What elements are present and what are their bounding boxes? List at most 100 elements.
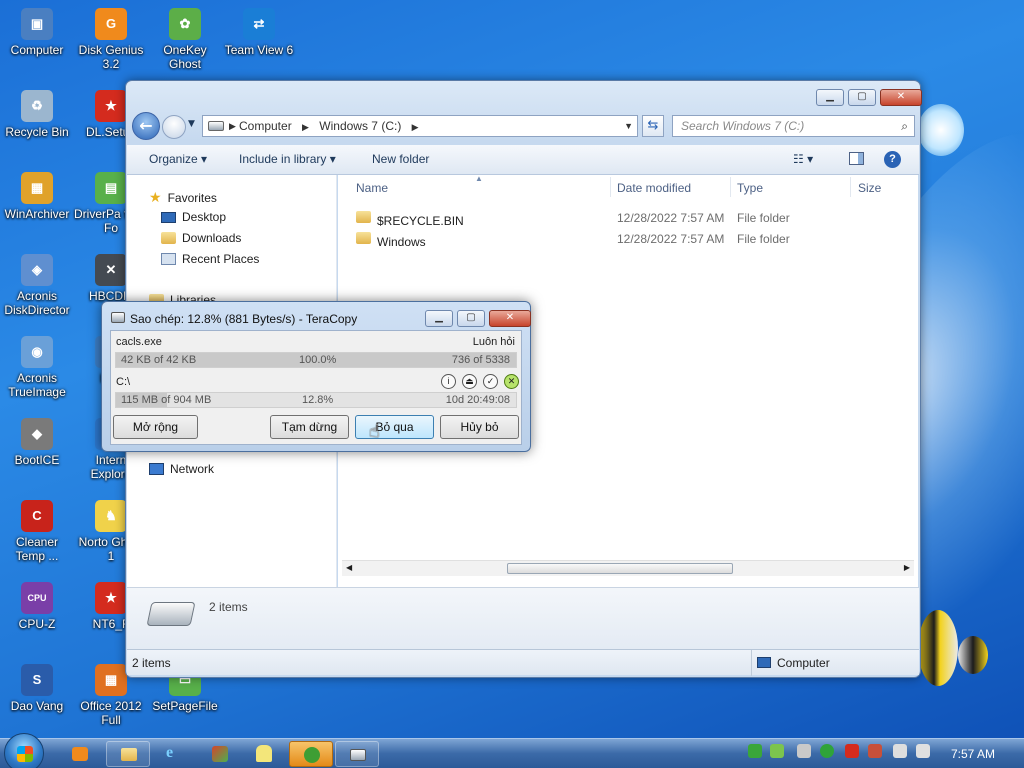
desktop-icon-team-view-6[interactable]: ⇄ Team View 6 (222, 8, 296, 57)
horizontal-scrollbar[interactable]: ◀ ▶ (342, 560, 914, 576)
file-row[interactable]: Windows 12/28/2022 7:57 AM File folder (356, 229, 906, 249)
desktop-icon-dao-vang[interactable]: S Dao Vang (0, 664, 74, 713)
desktop-icon-acronis-trueimage[interactable]: ◉ Acronis TrueImage (0, 336, 74, 399)
ghost-logo-icon (304, 747, 320, 763)
total-progress-percent: 12.8% (302, 394, 334, 406)
app-icon: G (95, 8, 127, 40)
nav-desktop[interactable]: Desktop (161, 210, 226, 224)
teracopy-minimize-button[interactable]: ▁ (425, 310, 453, 327)
teracopy-dialog: Sao chép: 12.8% (881 Bytes/s) - TeraCopy… (101, 301, 531, 452)
cancel-x-icon[interactable]: ✕ (504, 374, 519, 389)
tool-icon[interactable] (212, 746, 228, 762)
desktop-icon-label: Acronis TrueImage (8, 371, 66, 399)
scroll-right-icon[interactable]: ▶ (904, 563, 910, 572)
start-button[interactable] (4, 733, 44, 768)
address-bar[interactable]: ▶ Computer ▶ Windows 7 (C:) ▶ ▼ (202, 115, 638, 137)
app-icon: ◈ (21, 254, 53, 286)
refresh-button[interactable]: ⇆ (642, 115, 664, 137)
tray-icon[interactable] (797, 744, 811, 758)
nav-favorites[interactable]: ★ Favorites (149, 189, 217, 206)
skip-button[interactable]: Bỏ qua (355, 415, 434, 439)
include-in-library-button[interactable]: Include in library ▾ (239, 152, 336, 166)
computer-icon (757, 657, 771, 668)
help-icon[interactable]: ? (884, 151, 901, 168)
volume-muted-icon[interactable] (916, 744, 930, 758)
desktop-icon-label: WinArchiver (4, 207, 70, 221)
flag-tray-icon[interactable] (845, 744, 859, 758)
total-progress-size: 115 MB of 904 MB (121, 394, 212, 406)
desktop-icon-onekey-ghost[interactable]: ✿ OneKey Ghost (148, 8, 222, 71)
search-input[interactable]: Search Windows 7 (C:) ⌕ (672, 115, 915, 137)
teracopy-maximize-button[interactable]: ▢ (457, 310, 485, 327)
minimize-button[interactable]: ▁ (816, 89, 844, 106)
file-row[interactable]: $RECYCLE.BIN 12/28/2022 7:57 AM File fol… (356, 208, 906, 228)
cancel-button[interactable]: Hủy bỏ (440, 415, 519, 439)
desktop-icon-disk-genius-3-2[interactable]: G Disk Genius 3.2 (74, 8, 148, 71)
column-size[interactable]: Size (858, 181, 881, 195)
status-location: Computer (777, 656, 830, 670)
status-item-count: 2 items (132, 656, 171, 670)
app-icon: ▤ (95, 172, 127, 204)
check-icon[interactable]: ✓ (483, 374, 498, 389)
tool-tray-icon[interactable] (868, 744, 882, 758)
taskbar-onekey-ghost[interactable] (289, 741, 333, 767)
details-item-count: 2 items (209, 600, 248, 614)
column-date-modified[interactable]: Date modified (617, 181, 691, 195)
app-icon: ▦ (95, 664, 127, 696)
nav-network[interactable]: Network (149, 462, 214, 476)
scroll-thumb[interactable] (507, 563, 733, 574)
search-icon[interactable]: ⌕ (901, 116, 908, 136)
taskbar-teracopy[interactable] (335, 741, 379, 767)
file-progress-size: 42 KB of 42 KB (121, 354, 197, 366)
media-player-icon[interactable] (72, 747, 88, 761)
teracopy-title: Sao chép: 12.8% (881 Bytes/s) - TeraCopy (130, 312, 358, 326)
desktop-icon-winarchiver[interactable]: ▦ WinArchiver (0, 172, 74, 221)
time-remaining: 10d 20:49:08 (445, 394, 510, 406)
mouse-cursor-icon: ☝ (369, 421, 380, 442)
forward-button[interactable] (162, 115, 186, 139)
safely-remove-tray-icon[interactable] (770, 744, 784, 758)
ghost-icon[interactable] (256, 745, 272, 762)
search-placeholder: Search Windows 7 (C:) (681, 119, 805, 133)
column-name[interactable]: Name (356, 181, 388, 195)
expand-button[interactable]: Mở rộng (113, 415, 198, 439)
teracopy-close-button[interactable]: ✕ (489, 310, 531, 327)
views-icon[interactable]: ☷ ▾ (793, 152, 813, 166)
info-icon[interactable]: i (441, 374, 456, 389)
desktop-icon-acronis-diskdirector[interactable]: ◈ Acronis DiskDirector (0, 254, 74, 317)
overwrite-mode[interactable]: Luôn hỏi (473, 336, 515, 348)
taskbar-explorer[interactable] (106, 741, 150, 767)
network-tray-icon[interactable] (748, 744, 762, 758)
app-icon: ♞ (95, 500, 127, 532)
play-tray-icon[interactable] (820, 744, 834, 758)
organize-button[interactable]: Organize ▾ (149, 152, 207, 166)
desktop-icon-recycle-bin[interactable]: ♻ Recycle Bin (0, 90, 74, 139)
eject-icon[interactable]: ⏏ (462, 374, 477, 389)
monitor-tray-icon[interactable] (893, 744, 907, 758)
address-dropdown-icon[interactable]: ▼ (624, 116, 633, 136)
current-file-name: cacls.exe (116, 336, 162, 348)
app-icon: ◉ (21, 336, 53, 368)
breadcrumb-drive[interactable]: Windows 7 (C:) (319, 119, 401, 133)
maximize-button[interactable]: ▢ (848, 89, 876, 106)
app-icon: ▦ (21, 172, 53, 204)
preview-pane-icon[interactable] (849, 152, 864, 165)
history-chevron-icon[interactable]: ▼ (188, 119, 195, 129)
desktop-icon-bootice[interactable]: ◆ BootICE (0, 418, 74, 467)
back-button[interactable]: ← (132, 112, 160, 140)
clock[interactable]: 7:57 AM (951, 747, 995, 761)
column-type[interactable]: Type (737, 181, 763, 195)
nav-downloads[interactable]: Downloads (161, 231, 241, 245)
desktop-icon-cpu-z[interactable]: CPU CPU-Z (0, 582, 74, 631)
app-icon: S (21, 664, 53, 696)
desktop-icon-cleaner-temp[interactable]: C Cleaner Temp ... (0, 500, 74, 563)
close-button[interactable]: ✕ (880, 89, 922, 106)
desktop-icon-computer[interactable]: ▣ Computer (0, 8, 74, 57)
ie-icon[interactable]: e (166, 744, 173, 762)
nav-recent-places[interactable]: Recent Places (161, 252, 259, 266)
new-folder-button[interactable]: New folder (372, 152, 429, 166)
pause-button[interactable]: Tạm dừng (270, 415, 349, 439)
breadcrumb-computer[interactable]: Computer (239, 119, 292, 133)
app-icon: ⇄ (243, 8, 275, 40)
scroll-left-icon[interactable]: ◀ (346, 563, 352, 572)
